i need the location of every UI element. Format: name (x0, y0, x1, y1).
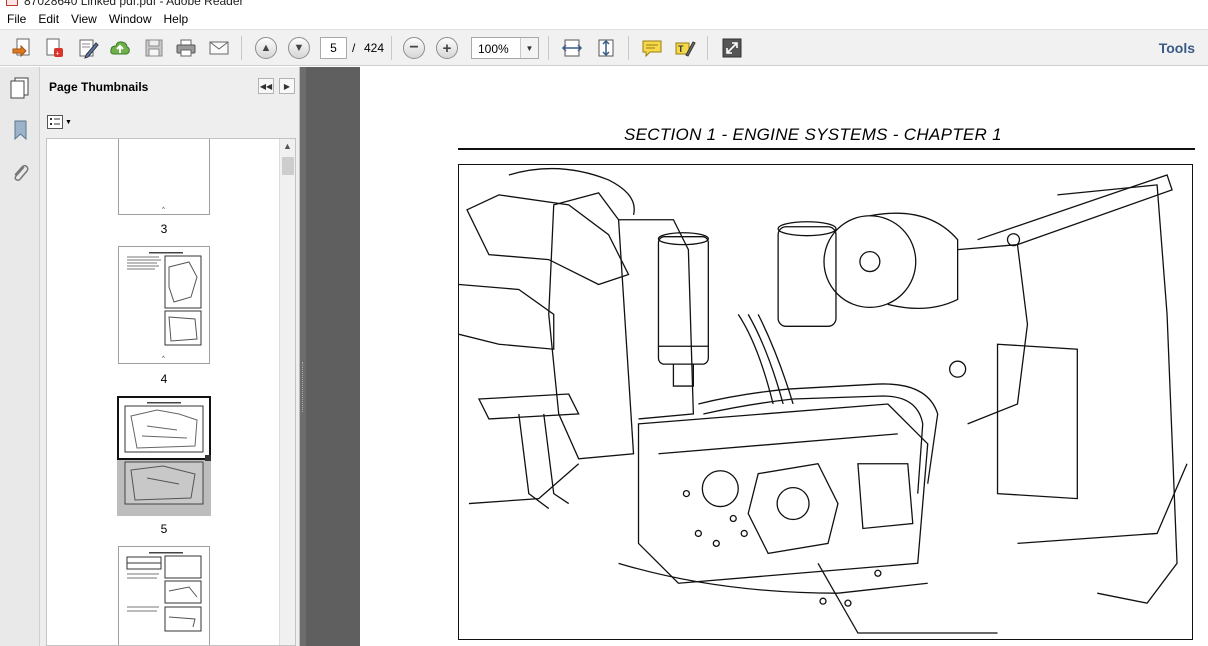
toolbar-separator (628, 36, 629, 60)
panel-expand-icon[interactable]: ▶ (279, 78, 295, 94)
toolbar-separator (548, 36, 549, 60)
pages-icon (10, 77, 29, 99)
paperclip-icon (14, 164, 29, 181)
highlight-button[interactable]: T (672, 36, 698, 60)
menu-edit[interactable]: Edit (32, 12, 65, 26)
previous-page-button[interactable]: ▲ (253, 36, 279, 60)
document-page: SECTION 1 - ENGINE SYSTEMS - CHAPTER 1 (360, 67, 1208, 646)
options-list-icon (47, 115, 63, 129)
thumbnail-page-4[interactable]: ^ (118, 246, 210, 364)
toolbar-separator (707, 36, 708, 60)
zoom-in-icon: + (436, 37, 458, 59)
engine-line-drawing (459, 167, 1188, 634)
save-button[interactable] (141, 36, 167, 60)
full-screen-button[interactable] (719, 36, 745, 60)
pdf-app-icon (6, 0, 18, 6)
zoom-select[interactable]: 100% ▼ (471, 37, 539, 59)
previous-page-icon: ▲ (255, 37, 277, 59)
thumbnail-label: 5 (160, 522, 168, 536)
thumbnail-page-3[interactable]: ^ (118, 139, 210, 215)
comment-button[interactable] (639, 36, 665, 60)
menu-bar: File Edit View Window Help (0, 9, 1208, 29)
open-icon (12, 38, 30, 58)
fit-page-icon (598, 39, 614, 57)
engine-illustration (458, 164, 1193, 640)
create-pdf-icon: + (46, 38, 63, 58)
fit-width-icon (561, 39, 583, 57)
thumbnail-content (126, 552, 202, 632)
tools-button[interactable]: Tools (1159, 40, 1195, 56)
window-title: 87028640 Linked pdf.pdf - Adobe Reader (24, 0, 244, 8)
zoom-value: 100% (478, 42, 509, 56)
page-number-input[interactable]: 5 (320, 37, 347, 59)
svg-text:T: T (678, 44, 684, 54)
menu-help[interactable]: Help (158, 12, 195, 26)
upload-button[interactable] (107, 36, 133, 60)
attachments-toggle[interactable] (7, 160, 33, 186)
thumbnail-label: 3 (160, 222, 168, 236)
open-button[interactable] (9, 36, 35, 60)
window-title-bar: 87028640 Linked pdf.pdf - Adobe Reader (0, 0, 1208, 9)
menu-file[interactable]: File (0, 12, 32, 26)
page-separator: / (352, 41, 356, 55)
edit-icon (79, 39, 99, 59)
next-page-icon: ▼ (288, 37, 310, 59)
scroll-up-icon[interactable]: ▲ (283, 141, 292, 151)
fit-width-button[interactable] (559, 36, 585, 60)
toolbar-separator (391, 36, 392, 60)
panel-title: Page Thumbnails (49, 80, 149, 94)
print-icon (176, 39, 196, 57)
next-page-button[interactable]: ▼ (286, 36, 312, 60)
visible-area-frame[interactable] (117, 396, 211, 460)
page-heading: SECTION 1 - ENGINE SYSTEMS - CHAPTER 1 (624, 125, 1002, 144)
bookmark-icon (14, 120, 27, 141)
page-thumbnails-panel: Page Thumbnails ◀◀ ▶ ▼ ^ 3 ^ 4 5 ▲ (40, 67, 300, 646)
thumbnail-scrollbar[interactable]: ▲ (279, 139, 295, 645)
thumbnail-label: 4 (160, 372, 168, 386)
thumbnail-page-6[interactable] (118, 546, 210, 645)
navigation-rail (0, 67, 40, 646)
comment-icon (642, 40, 662, 58)
collapse-panel-icon[interactable]: ◀◀ (258, 78, 274, 94)
scrollbar-thumb[interactable] (282, 157, 294, 175)
menu-window[interactable]: Window (103, 12, 158, 26)
highlight-icon: T (675, 41, 696, 57)
zoom-out-button[interactable]: − (401, 36, 427, 60)
page-total: 424 (364, 41, 385, 55)
page-thumbnails-toggle[interactable] (7, 75, 33, 101)
thumbnail-options-button[interactable]: ▼ (47, 114, 72, 130)
print-button[interactable] (173, 36, 199, 60)
svg-text:+: + (56, 51, 60, 58)
main-toolbar: + ▲ ▼ 5 / 424 − + 100% ▼ T Tools (0, 29, 1208, 66)
zoom-out-icon: − (403, 37, 425, 59)
edit-button[interactable] (75, 36, 101, 60)
chevron-down-icon[interactable]: ▼ (520, 38, 538, 58)
email-button[interactable] (206, 36, 232, 60)
email-icon (209, 41, 229, 55)
thumbnail-content (127, 252, 202, 346)
menu-view[interactable]: View (65, 12, 103, 26)
splitter-grip[interactable] (302, 362, 304, 412)
chevron-down-icon: ▼ (65, 118, 72, 126)
document-viewer[interactable]: SECTION 1 - ENGINE SYSTEMS - CHAPTER 1 (306, 67, 1208, 646)
heading-rule (458, 148, 1195, 150)
create-pdf-button[interactable]: + (41, 36, 67, 60)
upload-cloud-icon (110, 41, 130, 55)
resize-handle[interactable] (205, 455, 211, 461)
fit-page-button[interactable] (593, 36, 619, 60)
toolbar-separator (241, 36, 242, 60)
full-screen-icon (722, 38, 742, 58)
zoom-in-button[interactable]: + (434, 36, 460, 60)
thumbnail-list[interactable]: ^ 3 ^ 4 5 ▲ (46, 138, 296, 646)
bookmarks-toggle[interactable] (7, 117, 33, 143)
save-icon (145, 39, 163, 57)
